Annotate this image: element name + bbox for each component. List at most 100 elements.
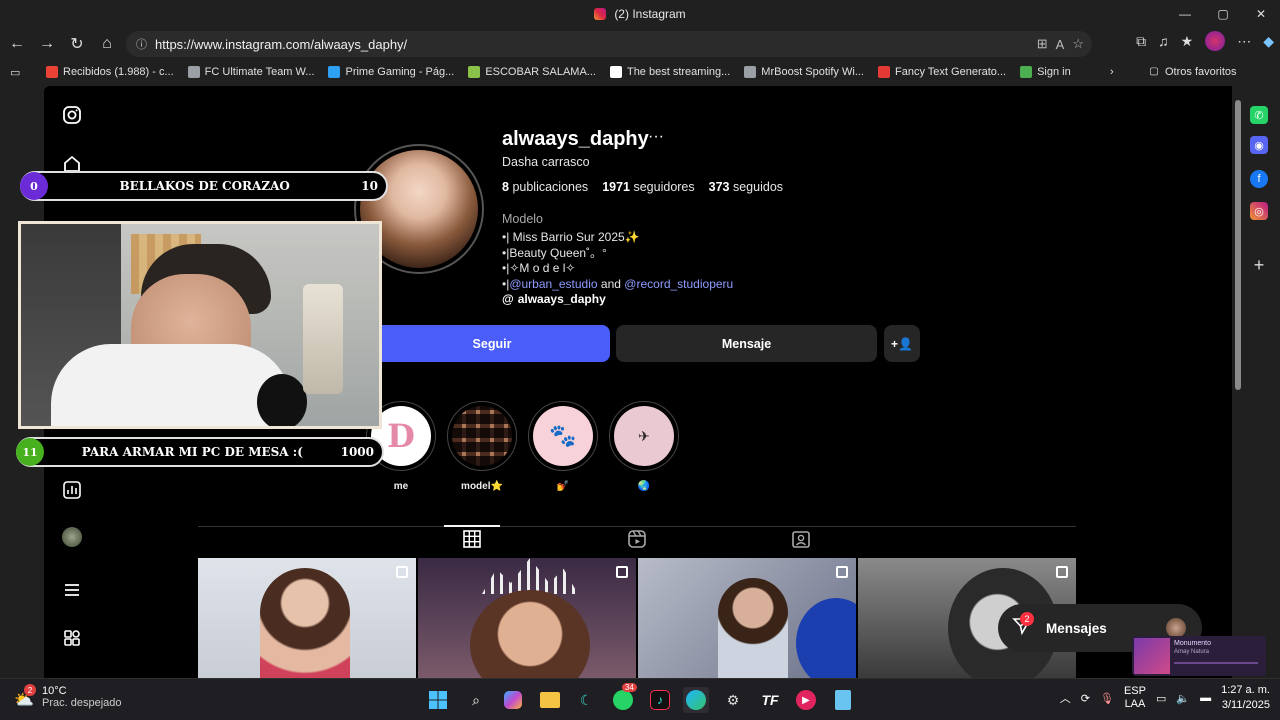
weather-icon: ⛅ 2 bbox=[14, 684, 36, 709]
forward-button[interactable]: → bbox=[32, 29, 62, 59]
followers-stat[interactable]: 1971 seguidores bbox=[602, 180, 694, 194]
whatsapp-icon[interactable]: ✆ bbox=[1250, 106, 1268, 124]
media-player-icon[interactable]: ▶ bbox=[793, 687, 819, 713]
tagged-tab-icon[interactable] bbox=[791, 530, 811, 548]
search-icon[interactable]: ⌕ bbox=[463, 687, 489, 713]
favorites-icon[interactable]: ★ bbox=[1181, 33, 1194, 50]
message-button[interactable]: Mensaje bbox=[616, 325, 877, 362]
posts-grid-tab-icon[interactable] bbox=[462, 530, 482, 548]
more-menu-icon[interactable]: ⋯ bbox=[1237, 33, 1251, 50]
highlight-cover: 🐾 bbox=[533, 406, 593, 466]
reels-tab-icon[interactable] bbox=[627, 530, 647, 548]
steam-icon[interactable]: ⚙ bbox=[720, 687, 746, 713]
edge-taskbar-icon[interactable] bbox=[683, 687, 709, 713]
post-thumbnail[interactable] bbox=[418, 558, 636, 678]
threads-link[interactable]: @ alwaays_daphy bbox=[502, 292, 606, 306]
other-favorites-folder[interactable]: ▢ Otros favoritos bbox=[1148, 66, 1236, 78]
post-thumbnail[interactable] bbox=[638, 558, 856, 678]
copilot-icon[interactable]: ◆ bbox=[1263, 33, 1274, 50]
instagram-tab-icon bbox=[594, 8, 607, 20]
language-indicator[interactable]: ESP LAA bbox=[1124, 685, 1146, 711]
bookmark-item[interactable]: The best streaming... bbox=[609, 66, 730, 78]
app-icon[interactable]: ☾ bbox=[573, 687, 599, 713]
bookmark-item[interactable]: Recibidos (1.988) - c... bbox=[46, 66, 174, 78]
tiktok-icon[interactable]: ♪ bbox=[647, 687, 673, 713]
extensions-icon[interactable]: ⧉ bbox=[1136, 33, 1146, 50]
profile-options-icon[interactable]: ··· bbox=[648, 128, 664, 146]
suggested-users-button[interactable]: +👤 bbox=[884, 325, 920, 362]
browser-essentials-icon[interactable]: ♫ bbox=[1158, 33, 1169, 49]
folder-icon: ▢ bbox=[1149, 66, 1159, 77]
discord-icon[interactable]: ◉ bbox=[1250, 136, 1268, 154]
bookmark-item[interactable]: Fancy Text Generato... bbox=[878, 66, 1006, 78]
bio-mention-link[interactable]: @record_studioperu bbox=[624, 277, 733, 291]
profile-category: Modelo bbox=[502, 212, 543, 226]
profile-full-name: Dasha carrasco bbox=[502, 155, 590, 169]
read-aloud-icon[interactable]: A bbox=[1056, 37, 1065, 52]
facebook-icon[interactable]: f bbox=[1250, 170, 1268, 188]
webcam-overlay bbox=[18, 221, 382, 429]
follow-button[interactable]: Seguir bbox=[374, 325, 610, 362]
page-scrollbar[interactable] bbox=[1232, 86, 1244, 678]
story-highlight[interactable]: ✈ 🌏 bbox=[609, 401, 679, 492]
copilot-taskbar-icon[interactable] bbox=[500, 687, 526, 713]
tray-overflow-chevron-icon[interactable]: ︿ bbox=[1060, 690, 1071, 706]
minimize-button[interactable]: — bbox=[1166, 0, 1204, 28]
diamond-icon bbox=[609, 66, 622, 78]
goal-current-count: 0 bbox=[20, 172, 48, 200]
goal-target: 1000 bbox=[340, 445, 374, 459]
bio-line: •|✧M o d e l✧ bbox=[502, 261, 576, 275]
clock[interactable]: 1:27 a. m. 3/11/2025 bbox=[1221, 683, 1270, 713]
reload-button[interactable]: ↻ bbox=[62, 29, 92, 59]
back-button[interactable]: ← bbox=[2, 29, 32, 59]
close-window-button[interactable]: ✕ bbox=[1242, 0, 1280, 28]
story-highlight[interactable]: 🐾 💅 bbox=[528, 401, 598, 492]
carousel-indicator-icon bbox=[1056, 566, 1068, 578]
start-icon[interactable] bbox=[425, 687, 451, 713]
globe-icon bbox=[187, 66, 200, 78]
maximize-button[interactable]: ▢ bbox=[1204, 0, 1242, 28]
following-stat[interactable]: 373 seguidos bbox=[709, 180, 783, 194]
notepad-icon[interactable] bbox=[830, 687, 856, 713]
weather-widget[interactable]: ⛅ 2 10°C Prac. despejado bbox=[14, 684, 122, 709]
bookmark-item[interactable]: ESCOBAR SALAMA... bbox=[468, 66, 596, 78]
menu-icon[interactable] bbox=[58, 576, 86, 604]
messages-label: Mensajes bbox=[1046, 620, 1107, 636]
threads-icon: @ bbox=[502, 292, 514, 306]
url-text: https://www.instagram.com/alwaays_daphy/ bbox=[155, 36, 408, 52]
bookmark-item[interactable]: Prime Gaming - Pág... bbox=[328, 66, 454, 78]
app-available-icon[interactable]: ⊞ bbox=[1037, 36, 1048, 52]
site-info-icon[interactable]: ⓘ bbox=[136, 36, 147, 52]
profile-nav-avatar[interactable] bbox=[58, 523, 86, 551]
bookmark-item[interactable]: Sign in bbox=[1020, 66, 1071, 78]
volume-icon[interactable]: 🔈 bbox=[1176, 692, 1190, 705]
active-tab-indicator bbox=[444, 525, 500, 527]
bio-mention-link[interactable]: @urban_estudio bbox=[509, 277, 597, 291]
dashboard-icon[interactable] bbox=[58, 476, 86, 504]
carousel-indicator-icon bbox=[616, 566, 628, 578]
story-highlight[interactable]: model⭐ bbox=[447, 401, 517, 492]
instagram-icon[interactable]: ◎ bbox=[1250, 202, 1268, 220]
tab-actions-icon[interactable]: ▭ bbox=[0, 66, 46, 79]
whatsapp-taskbar-icon[interactable]: 34 bbox=[610, 683, 637, 713]
post-thumbnail[interactable] bbox=[198, 558, 416, 678]
bookmarks-more-chevron-icon[interactable]: › bbox=[1110, 66, 1114, 78]
address-bar[interactable]: ⓘ https://www.instagram.com/alwaays_daph… bbox=[126, 31, 1092, 57]
file-explorer-icon[interactable] bbox=[537, 687, 563, 713]
favorite-star-icon[interactable]: ☆ bbox=[1072, 36, 1084, 52]
add-user-icon: +👤 bbox=[891, 336, 913, 351]
battery-icon[interactable]: ▬ bbox=[1200, 692, 1211, 704]
also-from-meta-icon[interactable] bbox=[58, 624, 86, 652]
home-icon[interactable]: ⌂ bbox=[92, 29, 122, 59]
bookmark-item[interactable]: MrBoost Spotify Wi... bbox=[744, 66, 864, 78]
network-icon[interactable]: ▭ bbox=[1156, 692, 1166, 705]
now-playing-widget[interactable]: Monumento Amay Natura bbox=[1132, 636, 1266, 676]
bookmark-item[interactable]: FC Ultimate Team W... bbox=[187, 66, 314, 78]
window-title-bar: (2) Instagram — ▢ ✕ bbox=[0, 0, 1280, 28]
microphone-icon[interactable]: 🎙 bbox=[1100, 692, 1114, 705]
tf-app-icon[interactable]: TF bbox=[757, 687, 783, 713]
add-sidebar-app-icon[interactable]: + bbox=[1250, 255, 1268, 275]
profile-avatar[interactable] bbox=[1205, 31, 1226, 51]
instagram-logo-icon[interactable] bbox=[58, 101, 86, 129]
sync-icon[interactable]: ⟳ bbox=[1081, 692, 1090, 705]
